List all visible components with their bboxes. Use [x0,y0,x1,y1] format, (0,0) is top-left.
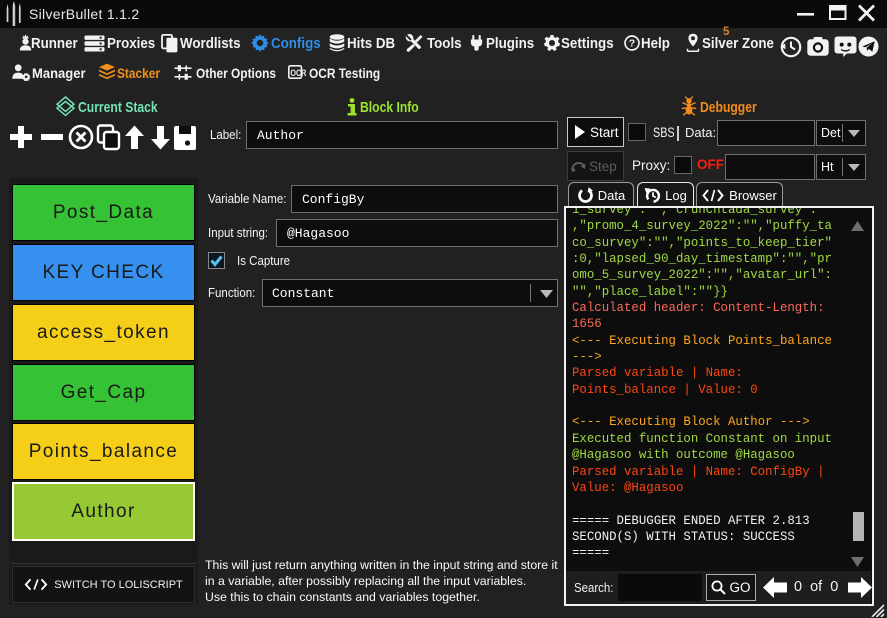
svg-text:?: ? [629,38,635,50]
svg-text:OCR: OCR [290,68,306,79]
